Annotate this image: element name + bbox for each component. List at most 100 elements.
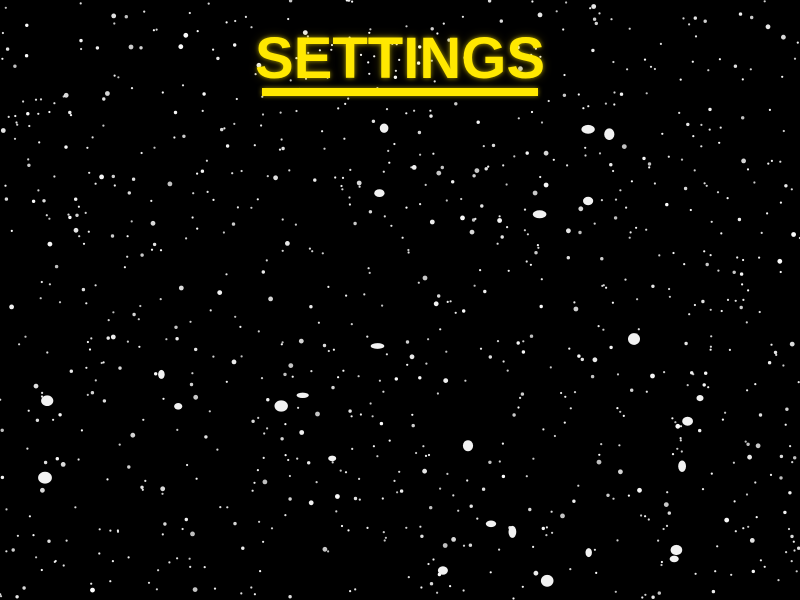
star-speck	[344, 102, 347, 105]
star-speck	[63, 92, 69, 98]
star-speck	[693, 169, 696, 172]
star-speck	[637, 487, 642, 493]
star-speck	[565, 1, 568, 4]
star-speck	[451, 537, 456, 542]
star-speck	[185, 237, 188, 240]
asteroid-rock	[508, 525, 517, 538]
star-speck	[577, 93, 580, 96]
star-speck	[113, 22, 116, 25]
star-speck	[231, 222, 236, 226]
star-speck	[424, 454, 428, 457]
star-speck	[716, 545, 719, 548]
star-speck	[98, 528, 101, 531]
star-speck	[396, 491, 399, 494]
star-speck	[259, 570, 262, 573]
star-speck	[343, 137, 346, 140]
star-speck	[491, 143, 496, 148]
star-speck	[419, 525, 422, 528]
star-speck	[285, 241, 290, 246]
star-speck	[390, 224, 393, 227]
star-speck	[32, 534, 35, 537]
star-speck	[184, 517, 188, 522]
star-speck	[630, 180, 634, 183]
star-speck	[734, 530, 737, 533]
star-speck	[37, 112, 40, 115]
star-speck	[90, 582, 93, 585]
asteroid-rock	[370, 343, 385, 349]
star-speck	[498, 548, 501, 551]
asteroid-rock	[41, 395, 54, 407]
star-speck	[464, 379, 467, 382]
star-speck	[457, 509, 460, 512]
star-speck	[262, 479, 268, 485]
star-speck	[43, 460, 48, 465]
star-speck	[220, 127, 224, 132]
star-speck	[469, 504, 473, 508]
star-speck	[793, 456, 797, 460]
star-speck	[439, 487, 442, 490]
star-speck	[138, 345, 141, 348]
star-speck	[651, 284, 655, 288]
star-speck	[694, 572, 697, 575]
star-speck	[645, 390, 648, 393]
star-speck	[86, 146, 89, 149]
star-speck	[113, 184, 116, 187]
star-speck	[140, 151, 143, 155]
star-speck	[250, 586, 253, 589]
star-speck	[543, 182, 549, 188]
star-speck	[758, 310, 761, 314]
star-speck	[763, 0, 766, 3]
star-speck	[429, 582, 434, 586]
star-speck	[94, 379, 97, 382]
star-speck	[281, 146, 285, 151]
star-speck	[411, 423, 415, 428]
star-speck	[578, 230, 582, 235]
star-speck	[618, 444, 621, 447]
star-speck	[299, 430, 305, 435]
star-speck	[298, 338, 304, 344]
asteroid-rock	[670, 544, 683, 556]
star-speck	[42, 199, 46, 203]
star-speck	[82, 242, 86, 245]
star-speck	[288, 169, 291, 172]
star-speck	[79, 2, 82, 5]
star-speck	[123, 266, 126, 269]
star-speck	[636, 298, 639, 301]
star-speck	[640, 514, 643, 517]
star-speck	[506, 226, 509, 229]
star-speck	[327, 285, 330, 288]
star-speck	[721, 418, 725, 421]
star-speck	[701, 488, 705, 491]
star-speck	[284, 423, 287, 426]
star-speck	[512, 413, 516, 417]
star-speck	[385, 108, 389, 111]
star-speck	[577, 354, 581, 358]
star-speck	[454, 311, 457, 314]
star-speck	[116, 529, 119, 532]
star-speck	[100, 361, 103, 365]
star-speck	[196, 227, 199, 230]
star-speck	[291, 375, 294, 378]
star-speck	[666, 491, 669, 494]
star-speck	[662, 527, 665, 531]
star-speck	[422, 468, 427, 474]
star-speck	[150, 199, 153, 202]
star-speck	[40, 568, 43, 572]
star-speck	[40, 487, 45, 493]
star-speck	[542, 428, 545, 431]
star-speck	[779, 270, 782, 274]
star-speck	[609, 163, 613, 167]
star-speck	[466, 479, 469, 482]
star-speck	[67, 213, 70, 216]
star-speck	[53, 175, 56, 178]
star-speck	[683, 186, 688, 191]
star-speck	[709, 348, 712, 351]
star-speck	[531, 0, 534, 3]
star-speck	[236, 206, 239, 209]
star-speck	[350, 415, 353, 418]
star-speck	[584, 146, 587, 149]
star-speck	[534, 251, 538, 255]
star-speck	[14, 114, 17, 118]
star-speck	[53, 560, 56, 564]
star-speck	[767, 361, 772, 365]
